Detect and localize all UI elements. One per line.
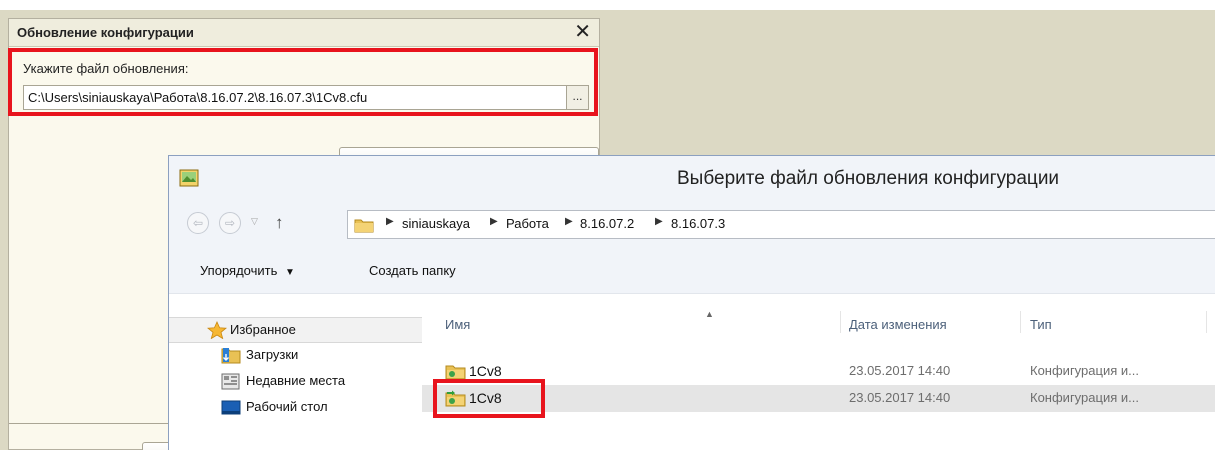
sidebar-item-label: Избранное: [230, 322, 296, 337]
column-divider[interactable]: [1206, 311, 1207, 333]
close-icon[interactable]: ✕: [574, 21, 591, 43]
file-type: Конфигурация и...: [1030, 363, 1139, 378]
organize-button[interactable]: Упорядочить ▼: [200, 263, 295, 278]
recent-places-icon: [221, 373, 240, 390]
column-header-date[interactable]: Дата изменения: [849, 317, 947, 332]
breadcrumb-separator-icon: ▶: [565, 216, 573, 227]
navigation-pane: Избранное Загрузки Недавние места Рабочи…: [169, 295, 422, 450]
sidebar-item-favorites[interactable]: Избранное: [169, 317, 422, 343]
breadcrumb-item[interactable]: Работа: [506, 216, 549, 231]
chevron-down-icon: ▼: [284, 267, 295, 278]
sidebar-item-label: Рабочий стол: [246, 399, 328, 414]
file-type: Конфигурация и...: [1030, 390, 1139, 405]
sidebar-item-recent-places[interactable]: Недавние места: [169, 369, 422, 395]
file-date: 23.05.2017 14:40: [849, 363, 951, 378]
navigation-bar: ⇦ ⇨ ▽ ↑ ▶ siniauskaya ▶ Работа ▶ 8.16.07…: [169, 202, 1215, 250]
file-dialog-title: Выберите файл обновления конфигурации: [677, 168, 1060, 189]
sidebar-item-label: Недавние места: [246, 373, 346, 388]
file-list-header: ▲ Имя Дата изменения Тип: [422, 295, 1215, 333]
recent-locations-dropdown-icon[interactable]: ▽: [251, 216, 258, 227]
column-header-name[interactable]: Имя: [445, 317, 470, 332]
column-divider[interactable]: [840, 311, 841, 333]
file-date: 23.05.2017 14:40: [849, 390, 951, 405]
breadcrumb-separator-icon: ▶: [490, 216, 498, 227]
column-divider[interactable]: [1020, 311, 1021, 333]
desktop-icon: [221, 400, 241, 415]
file-dialog-toolbar: Упорядочить ▼ Создать папку: [169, 250, 1215, 294]
address-bar[interactable]: ▶ siniauskaya ▶ Работа ▶ 8.16.07.2 ▶ 8.1…: [347, 210, 1215, 239]
breadcrumb-item[interactable]: 8.16.07.3: [671, 216, 725, 231]
breadcrumb-separator-icon: ▶: [386, 216, 394, 227]
breadcrumb-item[interactable]: 8.16.07.2: [580, 216, 634, 231]
highlight-box-selected-file: [433, 379, 545, 418]
file-dialog-titlebar: Выберите файл обновления конфигурации: [169, 156, 1215, 202]
forward-arrow-icon[interactable]: ⇨: [219, 212, 241, 234]
breadcrumb-separator-icon: ▶: [655, 216, 663, 227]
sidebar-item-label: Загрузки: [246, 347, 299, 362]
highlight-box-file-input: [8, 48, 598, 116]
sidebar-item-desktop[interactable]: Рабочий стол: [169, 395, 422, 421]
column-header-type[interactable]: Тип: [1030, 317, 1052, 332]
downloads-folder-icon: [221, 348, 241, 364]
up-arrow-icon[interactable]: ↑: [275, 213, 284, 233]
folder-icon: [354, 219, 374, 233]
application-icon: [179, 169, 199, 187]
organize-label: Упорядочить: [200, 263, 278, 278]
file-name: 1Cv8: [469, 363, 502, 379]
dialog-title: Обновление конфигурации: [17, 25, 194, 40]
sort-ascending-icon: ▲: [705, 309, 714, 319]
back-arrow-icon[interactable]: ⇦: [187, 212, 209, 234]
star-icon: [207, 321, 227, 339]
breadcrumb-item[interactable]: siniauskaya: [402, 216, 470, 231]
sidebar-item-downloads[interactable]: Загрузки: [169, 343, 422, 369]
new-folder-button[interactable]: Создать папку: [369, 263, 456, 278]
dialog-titlebar: Обновление конфигурации ✕: [9, 19, 599, 47]
file-open-dialog: Выберите файл обновления конфигурации ⇦ …: [168, 155, 1215, 450]
